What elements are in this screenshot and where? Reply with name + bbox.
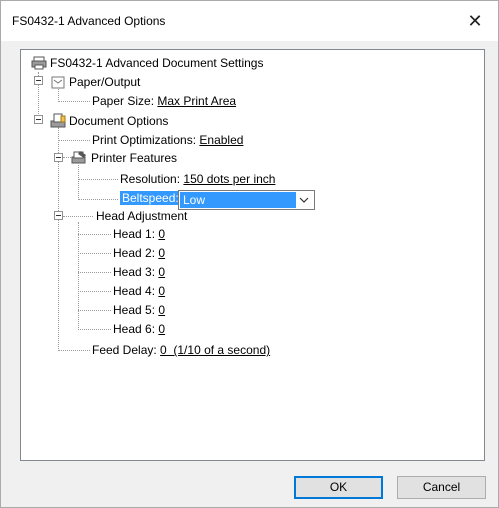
tree-item-head-5[interactable]: Head 5: 0: [113, 302, 165, 319]
tree-item-head-2[interactable]: Head 2: 0: [113, 245, 165, 262]
tree-item-head-4[interactable]: Head 4: 0: [113, 283, 165, 300]
tree-item-printer-features[interactable]: Printer Features: [91, 150, 177, 167]
feed-delay-value[interactable]: 0 (1/10 of a second): [160, 343, 270, 357]
head-label: Head 2:: [113, 246, 156, 260]
resolution-value[interactable]: 150 dots per inch: [183, 172, 275, 186]
head-label: Head 4:: [113, 284, 156, 298]
head-label: Head 1:: [113, 227, 156, 241]
resolution-label: Resolution:: [120, 172, 181, 186]
head-label: Head 3:: [113, 265, 156, 279]
tree-item-head-1[interactable]: Head 1: 0: [113, 226, 165, 243]
tree-item-beltspeed[interactable]: Beltspeed:: [120, 190, 181, 207]
printer-icon: [31, 56, 47, 70]
paper-size-value[interactable]: Max Print Area: [157, 94, 236, 108]
tree-root[interactable]: FS0432-1 Advanced Document Settings: [50, 55, 263, 72]
head-value[interactable]: 0: [158, 227, 165, 241]
collapse-document-options[interactable]: [34, 115, 43, 124]
tree-item-resolution[interactable]: Resolution: 150 dots per inch: [120, 171, 275, 188]
collapse-paper-output[interactable]: [34, 76, 43, 85]
document-options-icon: [50, 113, 66, 128]
beltspeed-selected-value: Low: [180, 192, 296, 208]
advanced-options-dialog: FS0432-1 Advanced Options ✕ FS0432-1 Adv: [0, 0, 499, 508]
head-label: Head 5:: [113, 303, 156, 317]
head-value[interactable]: 0: [158, 284, 165, 298]
ok-button[interactable]: OK: [294, 476, 383, 499]
beltspeed-label: Beltspeed:: [120, 191, 181, 205]
tree-item-head-6[interactable]: Head 6: 0: [113, 321, 165, 338]
close-icon: ✕: [467, 10, 483, 31]
cancel-button[interactable]: Cancel: [397, 476, 486, 499]
tree-item-print-optimizations[interactable]: Print Optimizations: Enabled: [92, 132, 243, 149]
tree-item-head-3[interactable]: Head 3: 0: [113, 264, 165, 281]
tree-item-paper-output[interactable]: Paper/Output: [69, 74, 140, 91]
head-value[interactable]: 0: [158, 265, 165, 279]
feed-delay-label: Feed Delay:: [92, 343, 157, 357]
head-value[interactable]: 0: [158, 303, 165, 317]
tree-item-paper-size[interactable]: Paper Size: Max Print Area: [92, 93, 236, 110]
tree-item-feed-delay[interactable]: Feed Delay: 0 (1/10 of a second): [92, 342, 270, 359]
settings-tree[interactable]: FS0432-1 Advanced Document Settings Pape…: [20, 49, 485, 461]
paper-size-label: Paper Size:: [92, 94, 155, 108]
window-title: FS0432-1 Advanced Options: [12, 14, 166, 28]
head-label: Head 6:: [113, 322, 156, 336]
paper-icon: [51, 76, 65, 89]
close-button[interactable]: ✕: [452, 1, 498, 41]
print-optimizations-value[interactable]: Enabled: [199, 133, 243, 147]
tree-item-document-options[interactable]: Document Options: [69, 113, 168, 130]
title-bar: FS0432-1 Advanced Options ✕: [1, 1, 498, 41]
print-optimizations-label: Print Optimizations:: [92, 133, 197, 147]
collapse-printer-features[interactable]: [54, 153, 63, 162]
chevron-down-icon: [299, 197, 309, 203]
head-value[interactable]: 0: [158, 246, 165, 260]
beltspeed-dropdown[interactable]: Low: [178, 190, 315, 210]
tree-item-head-adjustment[interactable]: Head Adjustment: [96, 208, 187, 225]
collapse-head-adjustment[interactable]: [54, 211, 63, 220]
printer-features-icon: [71, 151, 86, 164]
head-value[interactable]: 0: [158, 322, 165, 336]
